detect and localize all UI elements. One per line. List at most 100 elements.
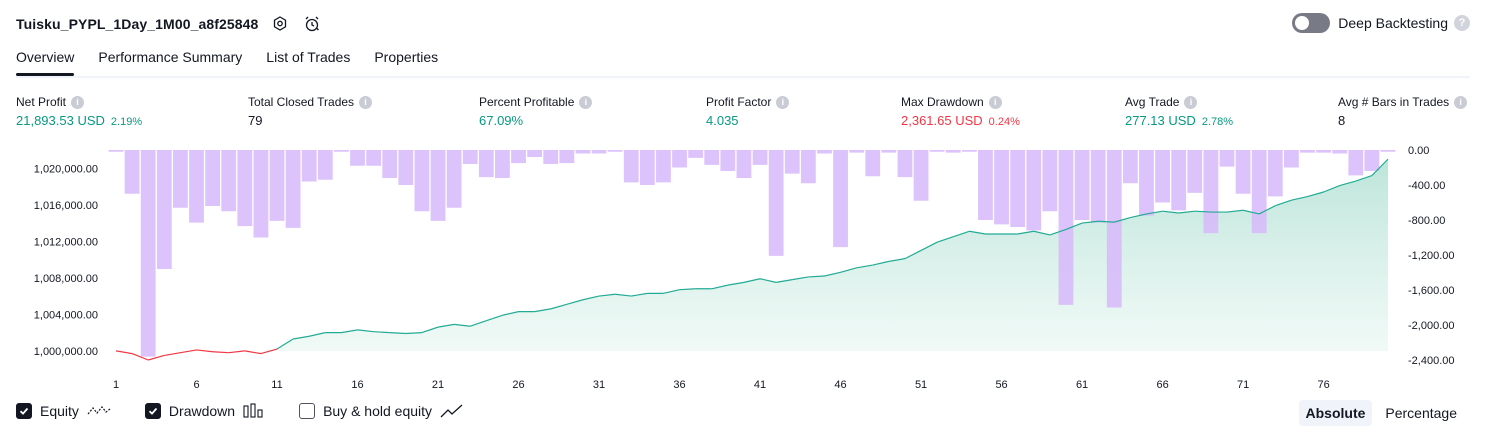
buy-hold-checkbox[interactable] xyxy=(299,403,316,419)
drawdown-bar xyxy=(334,150,349,152)
legend-buy-hold-label: Buy & hold equity xyxy=(323,403,433,419)
equity-line-segment xyxy=(212,351,229,354)
equity-chart[interactable]: 1,000,000.00 1,004,000.00 1,008,000.00 1,01… xyxy=(0,140,1486,391)
drawdown-bar xyxy=(945,150,961,153)
equity-line-segment xyxy=(164,352,181,357)
drawdown-bar xyxy=(1203,150,1219,234)
drawdown-bar xyxy=(575,150,591,154)
drawdown-bar xyxy=(1300,150,1315,153)
info-icon[interactable]: i xyxy=(71,95,85,109)
buy-hold-line-icon xyxy=(440,403,464,419)
x-axis-tick-label: 51 xyxy=(915,379,927,390)
drawdown-bar xyxy=(430,150,446,221)
toggle-knob xyxy=(1295,16,1310,30)
equity-axis-tick-label: 1,012,000.00 xyxy=(34,236,98,248)
legend-buy-hold[interactable]: Buy & hold equity xyxy=(299,403,464,419)
metric-label: Max Drawdown xyxy=(901,95,984,109)
deep-backtesting: Deep Backtesting ? xyxy=(1292,13,1470,33)
metric-value: 2,361.65 USD xyxy=(901,113,983,128)
drawdown-bar xyxy=(124,150,140,194)
metric-label: Total Closed Trades xyxy=(248,95,355,109)
drawdown-bars-icon xyxy=(243,403,265,419)
drawdown-bar xyxy=(398,150,414,185)
drawdown-bar xyxy=(1332,150,1348,154)
info-icon[interactable]: i xyxy=(579,95,593,109)
metric-percent-profitable: Percent Profitable i 67.09% xyxy=(479,94,593,129)
x-axis-tick-label: 71 xyxy=(1237,379,1249,390)
metric-value: 4.035 xyxy=(706,113,739,128)
legend-equity[interactable]: Equity xyxy=(16,403,111,419)
x-axis-tick-label: 41 xyxy=(754,379,766,390)
x-axis-tick-label: 26 xyxy=(512,379,524,390)
drawdown-bar xyxy=(1187,150,1203,193)
drawdown-bar xyxy=(108,150,124,152)
drawdown-bar xyxy=(1380,150,1396,152)
equity-line-segment xyxy=(244,350,262,355)
info-icon[interactable]: i xyxy=(776,95,790,109)
drawdown-bar xyxy=(768,150,784,256)
tab-bar: Overview Performance Summary List of Tra… xyxy=(16,46,1470,78)
drawdown-bar xyxy=(1219,150,1235,167)
drawdown-bar xyxy=(1139,150,1154,216)
deep-backtesting-toggle[interactable] xyxy=(1292,13,1331,33)
drawdown-bar xyxy=(752,150,768,165)
metric-max-drawdown: Max Drawdown i 2,361.65 USD 0.24% xyxy=(901,94,1020,129)
absolute-button[interactable]: Absolute xyxy=(1298,400,1373,426)
drawdown-axis-tick-label: -2,400.00 xyxy=(1408,355,1454,367)
legend-drawdown[interactable]: Drawdown xyxy=(144,403,265,419)
drawdown-bar xyxy=(189,150,204,223)
drawdown-bar xyxy=(720,150,736,171)
metric-net-profit: Net Profit i 21,893.53 USD 2.19% xyxy=(16,94,142,129)
metric-avg-bars: Avg # Bars in Trades i 8 xyxy=(1338,94,1468,129)
info-icon[interactable]: i xyxy=(359,95,373,109)
drawdown-bar xyxy=(156,150,172,269)
metric-avg-trade: Avg Trade i 277.13 USD 2.78% xyxy=(1125,94,1233,129)
metric-total-closed-trades: Total Closed Trades i 79 xyxy=(248,94,373,129)
tab-properties[interactable]: Properties xyxy=(374,46,438,74)
metric-percent: 0.24% xyxy=(988,116,1020,128)
drawdown-checkbox[interactable] xyxy=(144,403,161,419)
drawdown-bar xyxy=(849,150,865,153)
drawdown-bar xyxy=(639,150,655,185)
tab-performance-summary[interactable]: Performance Summary xyxy=(98,46,242,74)
drawdown-bar xyxy=(1267,150,1283,197)
drawdown-bar xyxy=(237,150,253,227)
x-axis-tick-label: 56 xyxy=(995,379,1007,390)
info-icon[interactable]: i xyxy=(1184,95,1198,109)
drawdown-bar xyxy=(511,150,526,164)
drawdown-bar xyxy=(1026,150,1042,231)
drawdown-bar xyxy=(253,150,269,238)
drawdown-bar xyxy=(736,150,752,178)
info-icon[interactable]: i xyxy=(988,95,1002,109)
strategy-title: Tuisku_PYPL_1Day_1M00_a8f25848 xyxy=(16,16,259,32)
equity-line-segment xyxy=(115,350,133,355)
drawdown-bar xyxy=(462,150,478,164)
drawdown-bar xyxy=(527,150,543,157)
equity-axis-tick-label: 1,000,000.00 xyxy=(34,346,98,358)
help-icon[interactable]: ? xyxy=(1454,15,1470,31)
drawdown-bar xyxy=(221,150,237,212)
drawdown-bar xyxy=(1042,150,1058,212)
drawdown-bar xyxy=(704,150,720,165)
drawdown-bar xyxy=(205,150,221,206)
drawdown-bar xyxy=(672,150,687,168)
drawdown-axis-tick-label: -1,200.00 xyxy=(1408,250,1454,262)
alarm-clock-icon[interactable] xyxy=(302,14,322,34)
equity-checkbox[interactable] xyxy=(16,403,32,419)
tab-list-of-trades[interactable]: List of Trades xyxy=(266,46,350,74)
drawdown-bar xyxy=(1074,150,1090,220)
drawdown-bar xyxy=(961,150,977,152)
metric-label: Net Profit xyxy=(16,95,67,109)
drawdown-bar xyxy=(269,150,285,221)
drawdown-bar xyxy=(865,150,881,177)
equity-line-icon xyxy=(87,403,111,419)
drawdown-bar xyxy=(897,150,913,178)
drawdown-bar xyxy=(140,150,156,357)
drawdown-bar xyxy=(800,150,816,184)
info-icon[interactable]: i xyxy=(1454,95,1468,109)
percentage-button[interactable]: Percentage xyxy=(1378,400,1464,426)
metric-value: 67.09% xyxy=(479,113,524,128)
chart-legend: Equity Drawdown Buy & hold equity xyxy=(16,403,498,419)
tab-overview[interactable]: Overview xyxy=(16,46,75,76)
gear-icon[interactable] xyxy=(270,14,290,34)
